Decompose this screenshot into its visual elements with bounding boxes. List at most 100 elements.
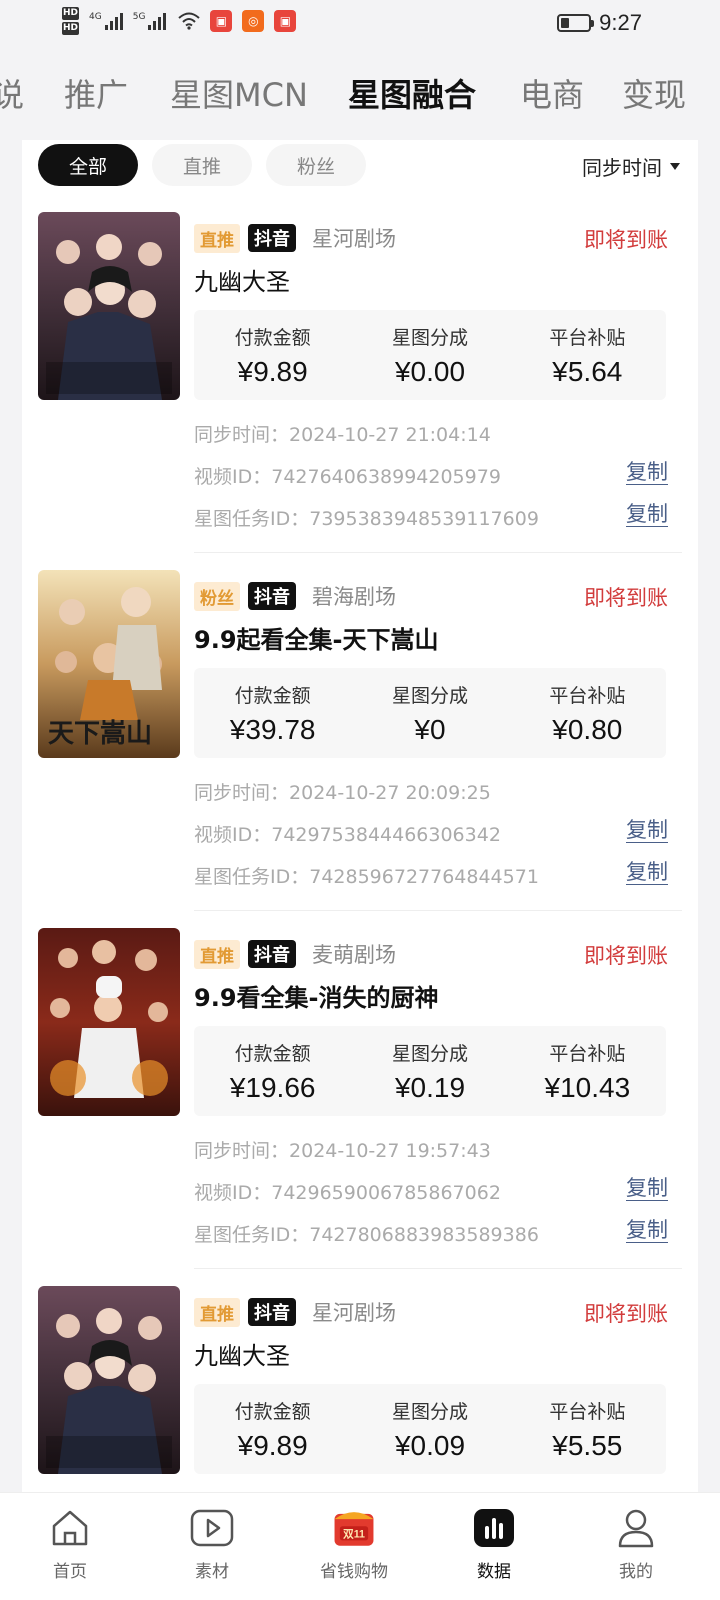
sync-time-value: 2024-10-27 19:57:43 xyxy=(289,1140,491,1162)
tab-monetize[interactable]: 变现 xyxy=(622,70,686,116)
screen: HD HD 4G 5G ▣ ◎ ▣ 9:27 说 推广 星图MCN 星图融合 电… xyxy=(0,0,720,1600)
order-item[interactable]: 直推 抖音 星河剧场 即将到账 九幽大圣 付款金额 ¥9.89 星图分成 ¥0.… xyxy=(22,1214,698,1510)
video-id-value: 7427640638994205979 xyxy=(271,466,501,488)
subsidy-label: 平台补贴 xyxy=(549,1042,626,1065)
sync-time: 同步时间：2024-10-27 19:57:43 xyxy=(194,1136,491,1163)
battery-icon xyxy=(557,14,595,32)
share-block: 星图分成 ¥0.19 xyxy=(351,1026,508,1116)
tab-ecommerce[interactable]: 电商 xyxy=(520,70,584,116)
order-tags: 粉丝 抖音 碧海剧场 xyxy=(194,581,396,611)
subsidy-value: ¥0.80 xyxy=(552,713,623,745)
order-list-panel: 全部 直推 粉丝 同步时间 直推 抖音 星河剧场 即将到账 九幽大圣 付款金额 … xyxy=(22,140,698,1510)
amount-summary: 付款金额 ¥19.66 星图分成 ¥0.19 平台补贴 ¥10.43 xyxy=(194,1026,666,1116)
nav-profile[interactable]: 我的 xyxy=(576,1505,696,1582)
order-item[interactable]: 天下嵩山 粉丝 抖音 碧海剧场 即将到账 9.9起看全集-天下嵩山 付款金额 ¥… xyxy=(22,498,698,888)
tab-xingtu-fusion[interactable]: 星图融合 xyxy=(348,70,476,116)
poster-caption: 天下嵩山 xyxy=(48,719,152,749)
nav-label: 素材 xyxy=(195,1562,229,1582)
profile-icon xyxy=(613,1505,659,1551)
nav-label: 我的 xyxy=(619,1562,653,1582)
subsidy-value: ¥5.64 xyxy=(552,355,623,387)
sync-time-value: 2024-10-27 20:09:25 xyxy=(289,782,491,804)
home-icon xyxy=(47,1505,93,1551)
double11-badge: 双11 xyxy=(342,1529,365,1541)
signal-5g-icon: 5G xyxy=(133,12,167,30)
copy-video-id-button[interactable]: 复制 xyxy=(626,1176,668,1201)
theater-name: 星河剧场 xyxy=(312,1301,396,1325)
paid-label: 付款金额 xyxy=(234,1400,311,1423)
clock-time: 9:27 xyxy=(599,10,642,35)
nav-materials[interactable]: 素材 xyxy=(152,1505,272,1582)
paid-value: ¥19.66 xyxy=(229,1071,316,1103)
video-id: 视频ID：7427640638994205979 xyxy=(194,462,501,489)
bar-chart-icon xyxy=(471,1505,517,1551)
paid-label: 付款金额 xyxy=(234,684,311,707)
share-label: 星图分成 xyxy=(391,1400,468,1423)
status-icons-right: 9:27 xyxy=(557,10,642,36)
subsidy-value: ¥10.43 xyxy=(544,1071,631,1103)
subsidy-block: 平台补贴 ¥10.43 xyxy=(509,1026,666,1116)
status-badge: 即将到账 xyxy=(584,944,668,968)
share-label: 星图分成 xyxy=(391,326,468,349)
signal-label: 4G xyxy=(89,12,102,22)
copy-video-id-button[interactable]: 复制 xyxy=(626,818,668,843)
share-label: 星图分成 xyxy=(391,1042,468,1065)
paid-value: ¥9.89 xyxy=(237,1429,308,1461)
platform-tag: 抖音 xyxy=(248,1298,296,1326)
copy-video-id-button[interactable]: 复制 xyxy=(626,460,668,485)
status-badge: 即将到账 xyxy=(584,228,668,252)
subsidy-label: 平台补贴 xyxy=(549,1400,626,1423)
drama-poster[interactable] xyxy=(38,1286,180,1474)
video-id: 视频ID：7429659006785867062 xyxy=(194,1178,501,1205)
order-item[interactable]: 直推 抖音 星河剧场 即将到账 九幽大圣 付款金额 ¥9.89 星图分成 ¥0.… xyxy=(22,140,698,530)
amount-summary: 付款金额 ¥9.89 星图分成 ¥0.09 平台补贴 ¥5.55 xyxy=(194,1384,666,1474)
order-type-tag: 粉丝 xyxy=(194,581,240,611)
drama-poster[interactable]: 天下嵩山 xyxy=(38,570,180,758)
subsidy-block: 平台补贴 ¥5.55 xyxy=(509,1384,666,1474)
share-value: ¥0.19 xyxy=(394,1071,466,1103)
tab-promotion[interactable]: 推广 xyxy=(64,70,128,116)
order-tags: 直推 抖音 星河剧场 xyxy=(194,1297,396,1327)
paid-amount-block: 付款金额 ¥19.66 xyxy=(194,1026,351,1116)
order-item[interactable]: 直推 抖音 麦萌剧场 即将到账 9.9看全集-消失的厨神 付款金额 ¥19.66… xyxy=(22,856,698,1246)
app-notification-icon: ▣ xyxy=(210,10,233,32)
tab-shuo[interactable]: 说 xyxy=(0,70,24,116)
subsidy-block: 平台补贴 ¥0.80 xyxy=(509,668,666,758)
subsidy-value: ¥5.55 xyxy=(552,1429,623,1461)
sync-time-value: 2024-10-27 21:04:14 xyxy=(289,424,491,446)
order-type-tag: 直推 xyxy=(194,939,240,969)
sync-time: 同步时间：2024-10-27 20:09:25 xyxy=(194,778,491,805)
nav-shopping[interactable]: 双11 省钱购物 xyxy=(294,1505,414,1582)
share-block: 星图分成 ¥0.00 xyxy=(351,310,508,400)
video-id: 视频ID：7429753844466306342 xyxy=(194,820,501,847)
sync-time-label: 同步时间： xyxy=(194,782,290,804)
status-bar: HD HD 4G 5G ▣ ◎ ▣ 9:27 xyxy=(0,0,720,48)
drama-poster[interactable] xyxy=(38,928,180,1116)
video-play-icon xyxy=(189,1505,235,1551)
nav-home[interactable]: 首页 xyxy=(10,1505,130,1582)
paid-amount-block: 付款金额 ¥9.89 xyxy=(194,310,351,400)
app-notification-icon: ▣ xyxy=(274,10,297,32)
nav-label: 首页 xyxy=(53,1562,87,1582)
paid-label: 付款金额 xyxy=(234,1042,311,1065)
share-value: ¥0 xyxy=(414,713,446,745)
video-id-label: 视频ID： xyxy=(194,824,272,846)
video-id-value: 7429753844466306342 xyxy=(271,824,501,846)
order-tags: 直推 抖音 麦萌剧场 xyxy=(194,939,396,969)
paid-amount-block: 付款金额 ¥39.78 xyxy=(194,668,351,758)
bottom-nav: 首页 素材 双11 省钱购物 数据 我的 xyxy=(0,1492,720,1600)
order-type-tag: 直推 xyxy=(194,223,240,253)
paid-label: 付款金额 xyxy=(234,326,311,349)
video-id-label: 视频ID： xyxy=(194,1182,272,1204)
share-block: 星图分成 ¥0 xyxy=(351,668,508,758)
tab-xingtu-mcn[interactable]: 星图MCN xyxy=(170,70,308,116)
theater-name: 碧海剧场 xyxy=(312,585,396,609)
sync-time-label: 同步时间： xyxy=(194,424,290,446)
drama-poster[interactable] xyxy=(38,212,180,400)
nav-data[interactable]: 数据 xyxy=(434,1505,554,1582)
drama-title: 九幽大圣 xyxy=(194,268,290,296)
sync-time-label: 同步时间： xyxy=(194,1140,290,1162)
share-value: ¥0.00 xyxy=(394,355,466,387)
drama-title: 九幽大圣 xyxy=(194,1342,290,1370)
drama-title: 9.9看全集-消失的厨神 xyxy=(194,984,439,1012)
